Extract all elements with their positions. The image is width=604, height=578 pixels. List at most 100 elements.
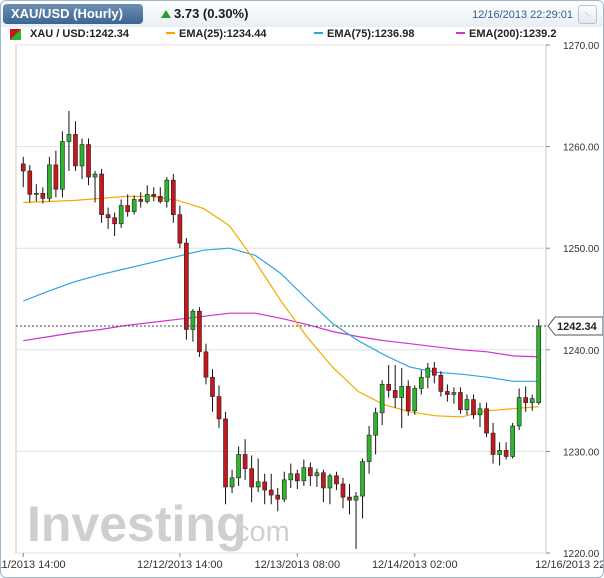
candle (125, 194, 130, 217)
candle-body (386, 384, 391, 391)
x-tick-label: 12/11/2013 14:00 (1, 559, 66, 571)
candlestick-chart: Investing .com 1242.34 1220.001230.00124… (1, 41, 603, 571)
candle-body (412, 388, 418, 412)
candle (190, 309, 196, 342)
candle-body (373, 412, 378, 436)
candle-body (288, 473, 294, 481)
candle-body (229, 477, 235, 488)
candle-body (425, 367, 431, 378)
plot-border (15, 44, 547, 554)
candle (92, 170, 98, 203)
ema-lines (23, 195, 539, 418)
candle-body (294, 473, 300, 482)
watermark-suffix: .com (227, 516, 290, 548)
candle (308, 462, 313, 486)
candle-body (47, 164, 52, 199)
candle-body (445, 391, 450, 395)
ema75-line (23, 247, 539, 382)
candle-body (497, 450, 502, 455)
candle (144, 185, 150, 204)
candle (73, 121, 78, 171)
candle-body (490, 432, 496, 455)
candle (210, 369, 215, 412)
candle-body (275, 494, 281, 500)
last-price-label: 1242.34 (557, 321, 598, 333)
y-tick-label: 1250.00 (563, 244, 600, 255)
candle-body (340, 483, 346, 498)
candle (471, 394, 476, 419)
candle (386, 365, 391, 398)
candle-body (308, 467, 313, 477)
x-tick-label: 12/13/2013 08:00 (254, 559, 340, 571)
candle-body (157, 196, 163, 202)
candle (294, 469, 300, 489)
candle-body (184, 242, 189, 330)
candle-body (86, 144, 91, 178)
last-price-line: 1242.34 (16, 316, 603, 336)
candle (425, 363, 431, 389)
candle-body (171, 179, 176, 215)
candle (157, 187, 163, 204)
axes: 1220.001230.001240.001250.001260.001270.… (1, 41, 603, 571)
watermark: Investing .com (27, 496, 290, 552)
candle-body (516, 397, 522, 427)
candle-body (216, 396, 222, 420)
candle (138, 192, 144, 208)
candle (184, 238, 189, 340)
candle-body (262, 481, 268, 491)
candle-body (40, 193, 46, 199)
candle-body (27, 170, 33, 195)
candle (503, 442, 509, 460)
candle (418, 370, 424, 395)
candle-body (321, 472, 326, 489)
candle-body (301, 467, 307, 482)
candle-body (405, 386, 411, 412)
watermark-word: Investing (27, 496, 246, 552)
candle (360, 458, 365, 519)
x-tick-label: 12/12/2013 14:00 (137, 559, 223, 571)
candle-body (53, 164, 59, 190)
candle-body (33, 193, 39, 195)
candle-body (223, 418, 228, 488)
candle (321, 469, 326, 503)
candle-body (164, 179, 170, 202)
candle-body (236, 454, 241, 479)
candle (60, 131, 65, 198)
candle (197, 307, 202, 357)
candle (529, 394, 535, 411)
candle-body (327, 475, 333, 489)
candle (353, 492, 359, 549)
candle (242, 439, 248, 480)
candle (216, 385, 222, 429)
candle (412, 385, 418, 415)
candle (314, 468, 320, 487)
candle-body (523, 397, 529, 403)
candle (510, 422, 515, 459)
candle (164, 177, 170, 208)
candle (27, 164, 33, 203)
candle-body (105, 214, 111, 219)
candle (379, 380, 385, 425)
candle (301, 459, 307, 486)
candle (347, 483, 352, 515)
candle-body (92, 173, 98, 178)
candle (86, 138, 91, 186)
candle-body (503, 450, 509, 457)
candle (33, 184, 39, 202)
candle (497, 442, 502, 466)
candle-body (353, 495, 359, 501)
candle (340, 477, 346, 509)
candle (334, 471, 339, 491)
candle-body (529, 398, 535, 403)
candle (20, 156, 26, 188)
candle (171, 174, 176, 223)
candle-body (242, 454, 248, 469)
candle-body (60, 141, 65, 190)
candle (405, 380, 411, 416)
candle-body (477, 408, 483, 416)
candle (249, 455, 254, 503)
candle (66, 111, 72, 171)
candle-body (536, 325, 542, 403)
candle-body (366, 434, 372, 462)
y-tick-label: 1240.00 (563, 346, 600, 357)
